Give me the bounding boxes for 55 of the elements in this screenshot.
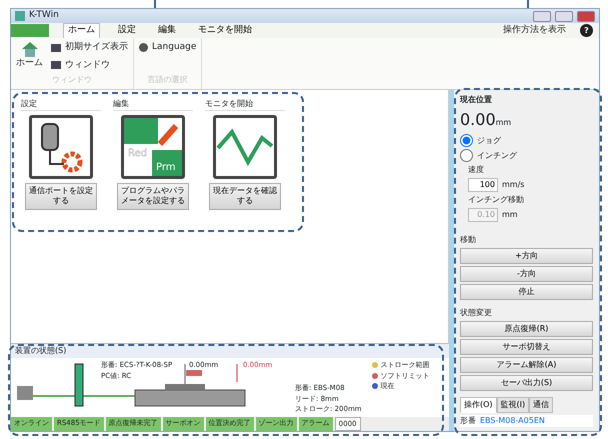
menu-tab[interactable]: 編集	[154, 24, 180, 38]
menu-tab[interactable]: モニタを開始	[194, 24, 256, 38]
section-title: 状態変更	[460, 307, 493, 319]
group-label: モニタを開始	[205, 98, 285, 111]
house-icon	[20, 41, 38, 57]
group-label: 設定	[21, 98, 101, 111]
group-label: 編集	[113, 98, 193, 111]
model-value: EBS-M08-A05EN	[480, 415, 545, 427]
maximize-button[interactable]	[555, 10, 573, 22]
panel-tab[interactable]: 通信	[529, 397, 554, 413]
ribbon-button[interactable]: ウィンドウ	[51, 58, 128, 72]
move-button[interactable]: -方向	[460, 266, 593, 282]
home-button[interactable]: ホーム	[16, 41, 43, 72]
waveform-icon[interactable]	[213, 115, 277, 179]
unit-label: mm	[502, 209, 518, 221]
task-button[interactable]: 通信ポートを設定する	[25, 183, 97, 210]
state-button[interactable]: サーボ切替え	[460, 339, 593, 355]
ribbon-button[interactable]: 初期サイズ表示	[51, 41, 128, 54]
state-button[interactable]: セーバ出力(S)	[460, 375, 593, 391]
help-link[interactable]: 操作方法を表示	[503, 24, 566, 38]
task-button[interactable]: プログラムやパラメータを設定する	[117, 183, 189, 210]
move-button[interactable]: +方向	[460, 248, 593, 264]
position-value: 0.00	[460, 110, 496, 129]
plug-gear-icon[interactable]	[29, 115, 93, 179]
minimize-button[interactable]	[533, 10, 551, 22]
radio-button[interactable]	[460, 149, 473, 162]
menu-tab[interactable]: 設定	[114, 24, 140, 38]
state-button[interactable]: アラーム解除(A)	[460, 357, 593, 373]
language-button[interactable]: Language	[139, 41, 196, 54]
section-title: 移動	[460, 234, 477, 246]
panel-tab[interactable]: 操作(O)	[460, 397, 497, 413]
group-label: 言語の選択	[146, 74, 189, 86]
input-field[interactable]: 100	[468, 178, 498, 192]
help-icon[interactable]: ?	[580, 24, 593, 37]
menu-tab[interactable]: ホーム	[63, 23, 100, 38]
model-label: 形番	[460, 415, 476, 427]
radio-button[interactable]	[460, 134, 473, 147]
panel-tab[interactable]: 監視(I)	[496, 397, 530, 413]
field-label: 速度	[468, 164, 485, 176]
field-label: インチング移動	[468, 194, 525, 206]
radio-option[interactable]: ジョグ	[460, 134, 593, 147]
section-title: 現在位置	[460, 94, 493, 106]
state-button[interactable]: 原点復帰(R)	[460, 321, 593, 337]
app-icon	[15, 11, 25, 21]
close-button[interactable]	[577, 10, 595, 22]
window-title: K-TWin	[29, 9, 59, 22]
unit-label: mm	[496, 118, 512, 127]
unit-label: mm/s	[502, 179, 524, 191]
globe-icon	[139, 43, 148, 52]
program-edit-icon[interactable]: Red Prm	[121, 115, 185, 179]
move-button[interactable]: 停止	[460, 284, 593, 300]
task-button[interactable]: 現在データを確認する	[209, 183, 281, 210]
radio-option[interactable]: インチング	[460, 149, 593, 162]
group-label: ウィンドウ	[51, 74, 93, 86]
panel-title[interactable]: 装置の状態(S)	[11, 344, 449, 358]
